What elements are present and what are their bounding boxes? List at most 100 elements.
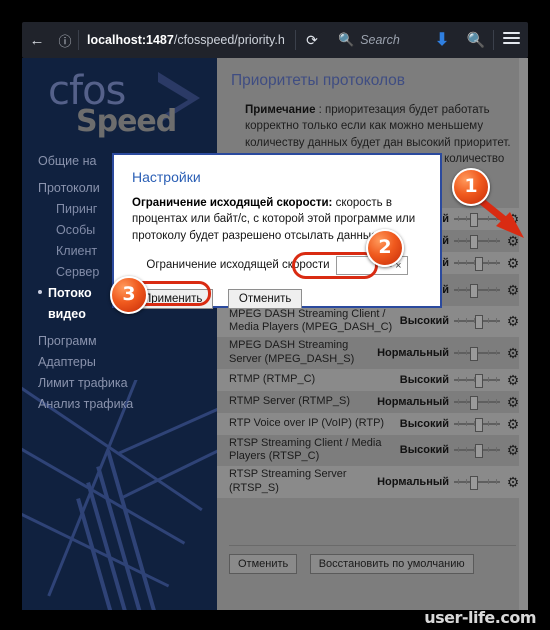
protocol-name: RTMP (RTMP_C): [229, 372, 316, 385]
slider-tick: [458, 349, 459, 355]
slider-tick: [466, 318, 467, 324]
gear-icon[interactable]: ⚙: [506, 314, 520, 328]
search-bar[interactable]: 🔍 Search: [328, 32, 425, 48]
cancel-button[interactable]: Отменить: [229, 554, 298, 574]
hamburger-menu-icon[interactable]: [494, 29, 528, 51]
scrollbar-thumb[interactable]: [519, 58, 528, 610]
dialog-cancel-button[interactable]: Отменить: [227, 288, 303, 309]
reload-icon[interactable]: ⟳: [296, 32, 328, 49]
gear-icon[interactable]: ⚙: [506, 212, 520, 226]
slider-tick: [466, 349, 467, 355]
info-circle-icon[interactable]: ⓘ: [52, 31, 78, 50]
slider-knob[interactable]: [469, 235, 478, 249]
slider-tick: [488, 349, 489, 355]
slider-knob[interactable]: [474, 315, 483, 330]
slider-knob[interactable]: [469, 283, 478, 298]
slider-knob[interactable]: [469, 395, 478, 410]
slider-tick: [496, 376, 497, 382]
slider-tick: [496, 478, 497, 484]
sidebar: cfos Speed Общие на Протоколи Пиринг Осо…: [22, 58, 217, 610]
back-arrow-icon[interactable]: ←: [22, 32, 52, 49]
table-row[interactable]: RTSP Streaming Server (RTSP_S) Нормальный…: [217, 466, 528, 498]
protocol-name: RTP Voice over IP (VoIP) (RTP): [229, 416, 385, 429]
bullet-icon: [38, 290, 42, 294]
priority-slider[interactable]: [454, 234, 500, 249]
gear-icon[interactable]: ⚙: [506, 417, 520, 431]
gear-icon[interactable]: ⚙: [506, 256, 520, 270]
priority-slider[interactable]: [454, 256, 500, 271]
table-row[interactable]: MPEG DASH Streaming Server (MPEG_DASH_S)…: [217, 337, 528, 369]
gear-icon[interactable]: ⚙: [506, 443, 520, 457]
priority-slider[interactable]: [454, 212, 500, 227]
footer-buttons: Отменить Восстановить по умолчанию: [217, 545, 528, 574]
slider-tick: [496, 420, 497, 426]
priority-slider[interactable]: [454, 475, 500, 490]
slider-tick: [488, 420, 489, 426]
dialog-buttons: Применить Отменить: [132, 288, 440, 309]
slider-tick: [466, 238, 467, 243]
slider-tick: [488, 447, 489, 453]
slider-tick: [466, 398, 467, 404]
page-viewport: cfos Speed Общие на Протоколи Пиринг Осо…: [22, 58, 528, 610]
download-arrow-icon[interactable]: ⬇: [425, 30, 459, 50]
table-row[interactable]: MPEG DASH Streaming Client / Media Playe…: [217, 305, 528, 337]
gear-icon[interactable]: ⚙: [506, 346, 520, 360]
address-bar[interactable]: localhost:1487/cfosspeed/priority.h: [79, 33, 295, 47]
step-badge-1: 1: [452, 168, 490, 206]
slider-tick: [466, 260, 467, 265]
watermark: user-life.com: [424, 608, 536, 627]
content-scrollbar[interactable]: [519, 58, 528, 610]
table-row[interactable]: RTMP (RTMP_C) Высокий ⚙: [217, 368, 528, 391]
slider-knob[interactable]: [474, 417, 483, 432]
gear-icon[interactable]: ⚙: [506, 234, 520, 248]
slider-tick: [488, 216, 489, 221]
table-row[interactable]: RTSP Streaming Client / Media Players (R…: [217, 435, 528, 467]
page-title: Приоритеты протоколов: [231, 72, 406, 89]
slider-knob[interactable]: [469, 346, 478, 361]
sidebar-item-programs[interactable]: Программ: [22, 330, 217, 351]
slider-tick: [496, 260, 497, 265]
slider-tick: [458, 376, 459, 382]
slider-tick: [458, 420, 459, 426]
slider-tick: [488, 238, 489, 243]
priority-slider[interactable]: [454, 346, 500, 361]
step-badge-3: 3: [110, 276, 148, 314]
table-row[interactable]: RTMP Server (RTMP_S) Нормальный ⚙: [217, 391, 528, 413]
slider-knob[interactable]: [474, 373, 483, 388]
gear-icon[interactable]: ⚙: [506, 395, 520, 409]
sidebar-item-traffic-limit[interactable]: Лимит трафика: [22, 372, 217, 393]
table-row[interactable]: RTP Voice over IP (VoIP) (RTP) Высокий ⚙: [217, 412, 528, 435]
protocol-name: MPEG DASH Streaming Server (MPEG_DASH_S): [229, 339, 355, 365]
slider-knob[interactable]: [469, 213, 478, 227]
search-placeholder: Search: [360, 33, 400, 47]
priority-value: Высокий: [399, 444, 449, 457]
priority-value: Высокий: [399, 315, 449, 328]
priority-slider[interactable]: [454, 283, 500, 298]
outgoing-limit-label: Ограничение исходящей скорости: [146, 259, 330, 272]
restore-defaults-button[interactable]: Восстановить по умолчанию: [309, 554, 474, 574]
sidebar-item-traffic-analysis[interactable]: Анализ трафика: [22, 393, 217, 414]
priority-slider[interactable]: [454, 314, 500, 330]
slider-knob[interactable]: [474, 257, 483, 271]
priority-slider[interactable]: [454, 395, 500, 410]
slider-tick: [458, 260, 459, 265]
step-badge-2: 2: [366, 229, 404, 267]
protocol-name: RTMP Server (RTMP_S): [229, 394, 351, 407]
sidebar-item-adapters[interactable]: Адаптеры: [22, 351, 217, 372]
priority-slider[interactable]: [454, 417, 500, 432]
slider-tick: [466, 376, 467, 382]
slider-knob[interactable]: [469, 475, 478, 490]
slider-tick: [458, 447, 459, 453]
protocol-name: RTSP Streaming Server (RTSP_S): [229, 468, 347, 494]
slider-tick: [458, 238, 459, 243]
find-magnifier-icon[interactable]: 🔍: [459, 31, 493, 49]
slider-tick: [458, 318, 459, 324]
slider-knob[interactable]: [474, 444, 483, 459]
priority-slider[interactable]: [454, 443, 500, 459]
gear-icon[interactable]: ⚙: [506, 373, 520, 387]
gear-icon[interactable]: ⚙: [506, 283, 520, 297]
priority-slider[interactable]: [454, 373, 500, 388]
gear-icon[interactable]: ⚙: [506, 475, 520, 489]
slider-tick: [496, 349, 497, 355]
slider-tick: [488, 260, 489, 265]
